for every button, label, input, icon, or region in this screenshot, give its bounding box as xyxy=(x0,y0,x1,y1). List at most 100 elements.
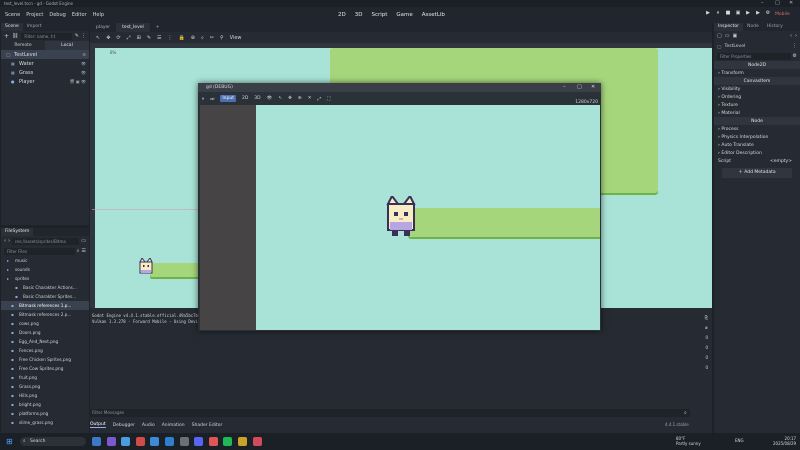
tab-player-scene[interactable]: player xyxy=(90,23,116,32)
file-item[interactable]: ▪ Free Cow Sprites.png xyxy=(1,364,89,373)
visibility-eye-icon[interactable]: 👁 xyxy=(267,96,273,101)
load-icon[interactable]: ▭ xyxy=(725,33,730,39)
camera-icon[interactable]: ⊕ xyxy=(298,96,302,101)
path-input[interactable]: res://assets/sprites/Bitma xyxy=(12,237,80,245)
app-icon[interactable] xyxy=(135,437,145,446)
tab-test-level-scene[interactable]: test_level xyxy=(116,23,150,32)
file-item[interactable]: ▪ Basic Charakter Sprites... xyxy=(1,292,89,301)
file-item[interactable]: ▪ bright.png xyxy=(1,400,89,409)
section-auto-translate[interactable]: › Auto Translate xyxy=(714,141,800,149)
file-item[interactable]: ▪ Hills.png xyxy=(1,391,89,400)
movie-maker-icon[interactable]: ⚙ xyxy=(763,10,773,16)
fit-icon[interactable]: ⤢ xyxy=(317,96,321,102)
remote-debug-button[interactable]: ▣ xyxy=(733,10,743,16)
copy-icon[interactable]: ⎘ xyxy=(692,313,711,323)
tab-animation[interactable]: Animation xyxy=(162,423,185,428)
remote-tab[interactable]: Remote xyxy=(1,41,45,50)
scene-filter-input[interactable]: Filter: name, t:t xyxy=(21,32,72,40)
add-node-icon[interactable]: + xyxy=(4,33,9,40)
vscode-icon[interactable] xyxy=(164,437,174,446)
play-project-button[interactable]: ▶ xyxy=(703,10,713,16)
task-view-icon[interactable] xyxy=(92,437,101,446)
tab-scene[interactable]: Scene xyxy=(1,23,23,31)
app-icon[interactable] xyxy=(252,437,262,446)
select-tool-icon[interactable]: ↖ xyxy=(278,96,282,101)
system-clock[interactable]: 20:17 2025/08/29 xyxy=(773,436,796,446)
godot-icon[interactable] xyxy=(150,437,160,446)
file-item[interactable]: ▪ Bitmask references 2.p... xyxy=(1,310,89,319)
group-icon[interactable]: ⊕ xyxy=(191,35,195,41)
ruler-tool-icon[interactable]: ⋮ xyxy=(168,35,173,41)
play-custom-button[interactable]: ▶ xyxy=(753,10,763,16)
lock-icon[interactable]: 🔒 xyxy=(179,35,185,41)
bone-icon[interactable]: ✂ xyxy=(210,35,214,41)
file-item[interactable]: ▪ Bitmask references 1.p... xyxy=(1,301,89,310)
object-menu-icon[interactable]: ⋮ xyxy=(792,43,797,49)
section-ordering[interactable]: › Ordering xyxy=(714,93,800,101)
pan-tool-icon[interactable]: ☰ xyxy=(157,35,161,41)
fullscreen-icon[interactable]: ⛶ xyxy=(327,96,330,102)
move-tool-icon[interactable]: ✥ xyxy=(288,96,292,101)
app-icon[interactable] xyxy=(208,437,218,446)
filter-properties-input[interactable]: Filter Properties xyxy=(717,52,791,60)
add-metadata-button[interactable]: ＋ Add Metadata xyxy=(722,168,792,178)
message-count[interactable]: 0 xyxy=(692,363,711,373)
workspace-2d[interactable]: 2D xyxy=(338,12,346,18)
section-material[interactable]: › Material xyxy=(714,109,800,117)
selectable-tool-icon[interactable]: ⊞ xyxy=(137,35,141,41)
move-tool-icon[interactable]: ✥ xyxy=(106,35,110,41)
reset-icon[interactable]: ✕ xyxy=(308,96,312,101)
back-icon[interactable]: ‹ xyxy=(790,33,792,39)
tab-audio[interactable]: Audio xyxy=(142,423,155,428)
menu-scene[interactable]: Scene xyxy=(5,12,20,18)
spotify-icon[interactable] xyxy=(223,437,233,446)
file-item[interactable]: ▪ platforms.png xyxy=(1,409,89,418)
maximize-button[interactable]: □ xyxy=(577,83,582,92)
tree-node-testlevel[interactable]: ◯ TestLevel ⚙ xyxy=(1,50,89,59)
tree-node-player[interactable]: ● Player 🎬 ▣ 👁 xyxy=(1,77,89,86)
folder-item[interactable]: ▸ sprites xyxy=(1,274,89,283)
rotate-tool-icon[interactable]: ⟳ xyxy=(116,35,120,41)
app-icon[interactable] xyxy=(106,437,116,446)
tab-import[interactable]: Import xyxy=(23,23,46,31)
file-item[interactable]: ▪ Egg_And_Nest.png xyxy=(1,337,89,346)
folder-item[interactable]: ▸ music xyxy=(1,256,89,265)
pause-button[interactable]: ⏸ xyxy=(713,10,723,16)
snap-icon[interactable]: ⌕ xyxy=(201,35,204,41)
file-item[interactable]: ▪ Grass.png xyxy=(1,382,89,391)
new-resource-icon[interactable]: ▢ xyxy=(717,33,722,39)
discord-icon[interactable] xyxy=(194,437,204,446)
language-indicator[interactable]: ENG xyxy=(735,438,744,443)
maximize-button[interactable]: □ xyxy=(775,0,780,7)
tab-output[interactable]: Output xyxy=(90,422,106,428)
tree-node-grass[interactable]: ▦ Grass 👁 xyxy=(1,68,89,77)
close-button[interactable]: ✕ xyxy=(789,0,793,7)
file-item[interactable]: ▪ cows.png xyxy=(1,319,89,328)
info-count[interactable]: 0 xyxy=(692,333,711,343)
mode-2d-button[interactable]: 2D xyxy=(242,96,248,101)
open-scene-icons[interactable]: 🎬 ▣ 👁 xyxy=(70,79,86,84)
add-scene-tab-button[interactable]: + xyxy=(150,23,166,32)
forward-icon[interactable]: › xyxy=(795,33,797,39)
menu-editor[interactable]: Editor xyxy=(72,12,87,18)
taskbar-search[interactable]: ⌕ Search xyxy=(20,437,86,446)
app-icon[interactable] xyxy=(179,437,189,446)
pause-icon[interactable]: ⏸ xyxy=(202,96,204,102)
file-item[interactable]: ▪ Doors.png xyxy=(1,328,89,337)
folder-item[interactable]: ▸ sounds xyxy=(1,265,89,274)
warning-count[interactable]: 0 xyxy=(692,353,711,363)
app-icon[interactable] xyxy=(121,437,131,446)
input-mode-button[interactable]: Input xyxy=(220,95,236,102)
select-tool-icon[interactable]: ↖ xyxy=(96,35,100,41)
zoom-level[interactable]: 8% xyxy=(110,50,116,55)
error-count[interactable]: 0 xyxy=(692,343,711,353)
workspace-assetlib[interactable]: AssetLib xyxy=(422,12,445,18)
player-sprite-editor[interactable] xyxy=(138,258,154,276)
forward-icon[interactable]: › xyxy=(8,238,10,244)
tab-shader-editor[interactable]: Shader Editor xyxy=(192,423,223,428)
close-button[interactable]: ✕ xyxy=(591,83,595,92)
minimize-button[interactable]: – xyxy=(563,83,566,92)
clear-icon[interactable]: ⊗ xyxy=(692,323,711,333)
tab-inspector[interactable]: Inspector xyxy=(714,23,743,31)
back-icon[interactable]: ‹ xyxy=(4,238,6,244)
